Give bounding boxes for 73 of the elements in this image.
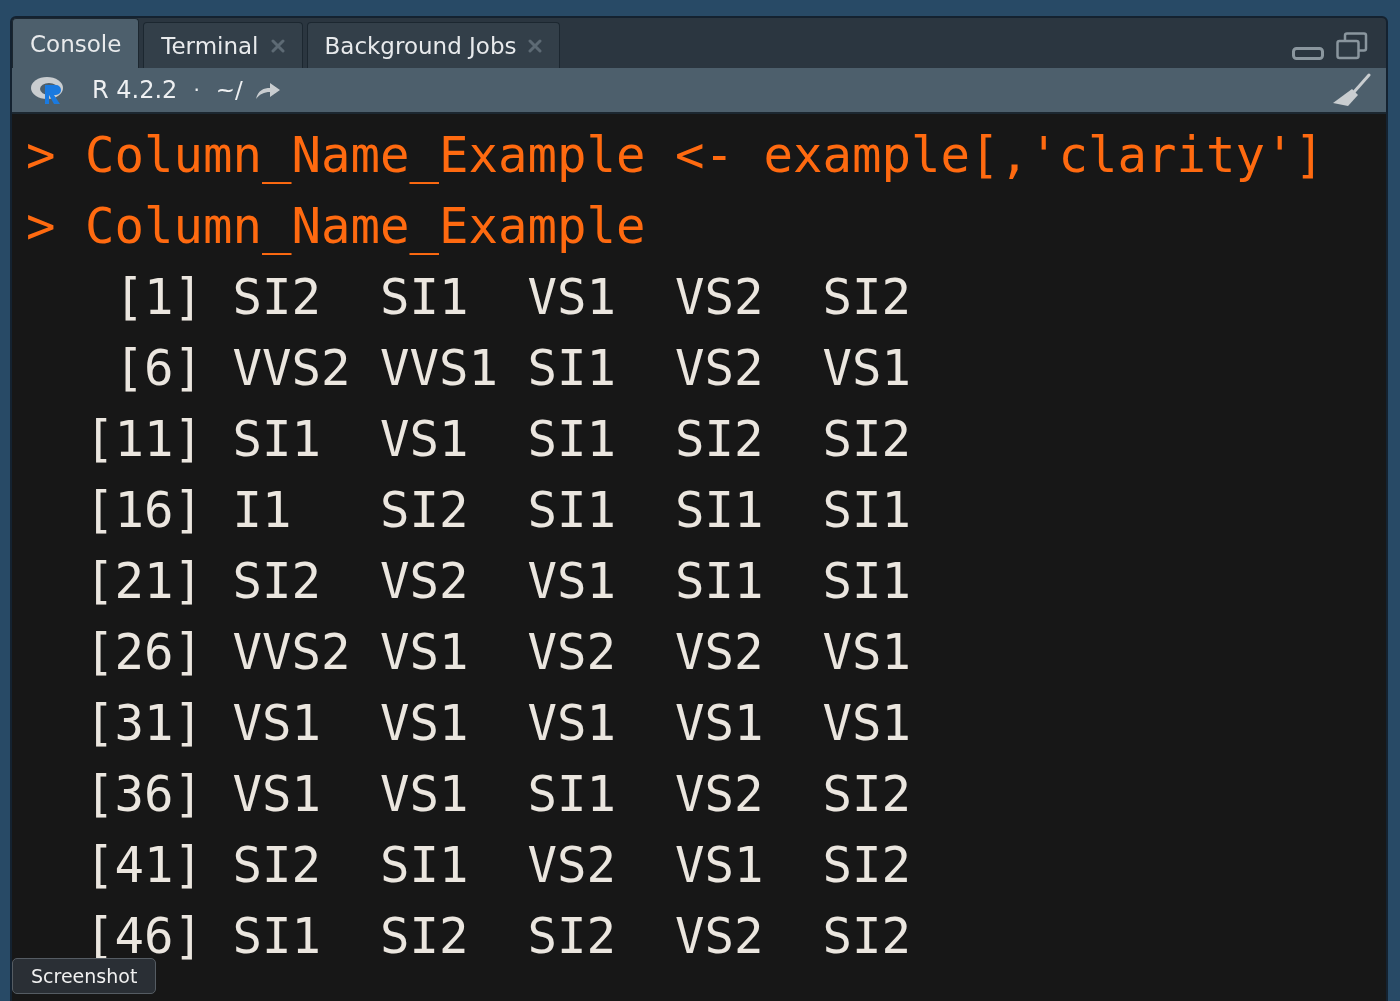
- minimize-icon[interactable]: [1292, 44, 1324, 60]
- output-value: SI1: [527, 412, 617, 467]
- output-value: VS1: [527, 554, 617, 609]
- output-value: SI1: [822, 483, 912, 538]
- output-value: VS1: [380, 625, 470, 680]
- output-value: VS2: [675, 909, 765, 964]
- output-value: SI2: [675, 412, 765, 467]
- output-index: [21]: [84, 554, 204, 609]
- output-value: VS2: [675, 767, 765, 822]
- output-value: SI2: [232, 270, 322, 325]
- prompt-symbol: >: [26, 199, 57, 254]
- output-index: [6]: [113, 341, 204, 396]
- output-value: SI1: [822, 554, 912, 609]
- command-text: Column_Name_Example <- example[,'clarity']: [85, 128, 1325, 183]
- output-value: I1: [232, 483, 293, 538]
- tooltip: Screenshot: [12, 958, 157, 994]
- output-index: [36]: [84, 767, 204, 822]
- prompt-symbol: >: [26, 128, 57, 183]
- tab[interactable]: Console: [12, 18, 140, 68]
- output-value: SI1: [675, 483, 765, 538]
- output-value: VS1: [675, 838, 765, 893]
- output-index: [1]: [113, 270, 204, 325]
- output-value: VS1: [675, 696, 765, 751]
- output-value: SI2: [822, 767, 912, 822]
- command-text: Column_Name_Example: [85, 199, 646, 254]
- output-value: SI1: [380, 838, 470, 893]
- r-version: R 4.2.2: [92, 76, 178, 104]
- output-value: VS1: [527, 270, 617, 325]
- output-value: VS2: [675, 625, 765, 680]
- output-value: VS1: [527, 696, 617, 751]
- output-index: [41]: [84, 838, 204, 893]
- output-value: SI1: [232, 909, 322, 964]
- output-value: VS1: [822, 696, 912, 751]
- output-value: SI2: [822, 270, 912, 325]
- output-value: VVS2: [232, 341, 352, 396]
- output-value: SI1: [527, 767, 617, 822]
- output-value: VS2: [675, 341, 765, 396]
- output-index: [16]: [84, 483, 204, 538]
- output-value: SI2: [380, 483, 470, 538]
- output-index: [31]: [84, 696, 204, 751]
- output-value: SI1: [527, 341, 617, 396]
- working-directory[interactable]: ~/: [215, 77, 243, 103]
- output-value: VS2: [527, 838, 617, 893]
- output-value: SI2: [232, 554, 322, 609]
- output-value: SI2: [527, 909, 617, 964]
- output-value: VS1: [380, 696, 470, 751]
- restore-icon[interactable]: [1336, 32, 1368, 60]
- output-value: VS1: [380, 412, 470, 467]
- output-value: VS1: [232, 767, 322, 822]
- tab[interactable]: Terminal: [143, 22, 303, 68]
- output-value: VS2: [675, 270, 765, 325]
- output-value: VS1: [822, 341, 912, 396]
- tab[interactable]: Background Jobs: [306, 22, 561, 68]
- output-value: SI1: [380, 270, 470, 325]
- output-value: SI1: [527, 483, 617, 538]
- output-value: VS2: [380, 554, 470, 609]
- output-value: VVS1: [380, 341, 499, 396]
- output-value: VS2: [527, 625, 617, 680]
- output-value: VVS2: [232, 625, 352, 680]
- share-arrow-icon[interactable]: [254, 80, 281, 100]
- separator-dot: ·: [193, 78, 200, 102]
- output-value: SI2: [232, 838, 322, 893]
- output-value: SI2: [822, 909, 912, 964]
- output-index: [11]: [84, 412, 204, 467]
- output-value: SI2: [380, 909, 470, 964]
- output-value: SI1: [232, 412, 322, 467]
- output-value: VS1: [380, 767, 470, 822]
- output-value: SI1: [675, 554, 765, 609]
- output-index: [26]: [84, 625, 204, 680]
- output-value: VS1: [232, 696, 322, 751]
- output-value: SI2: [822, 838, 912, 893]
- output-value: SI2: [822, 412, 912, 467]
- output-value: VS1: [822, 625, 912, 680]
